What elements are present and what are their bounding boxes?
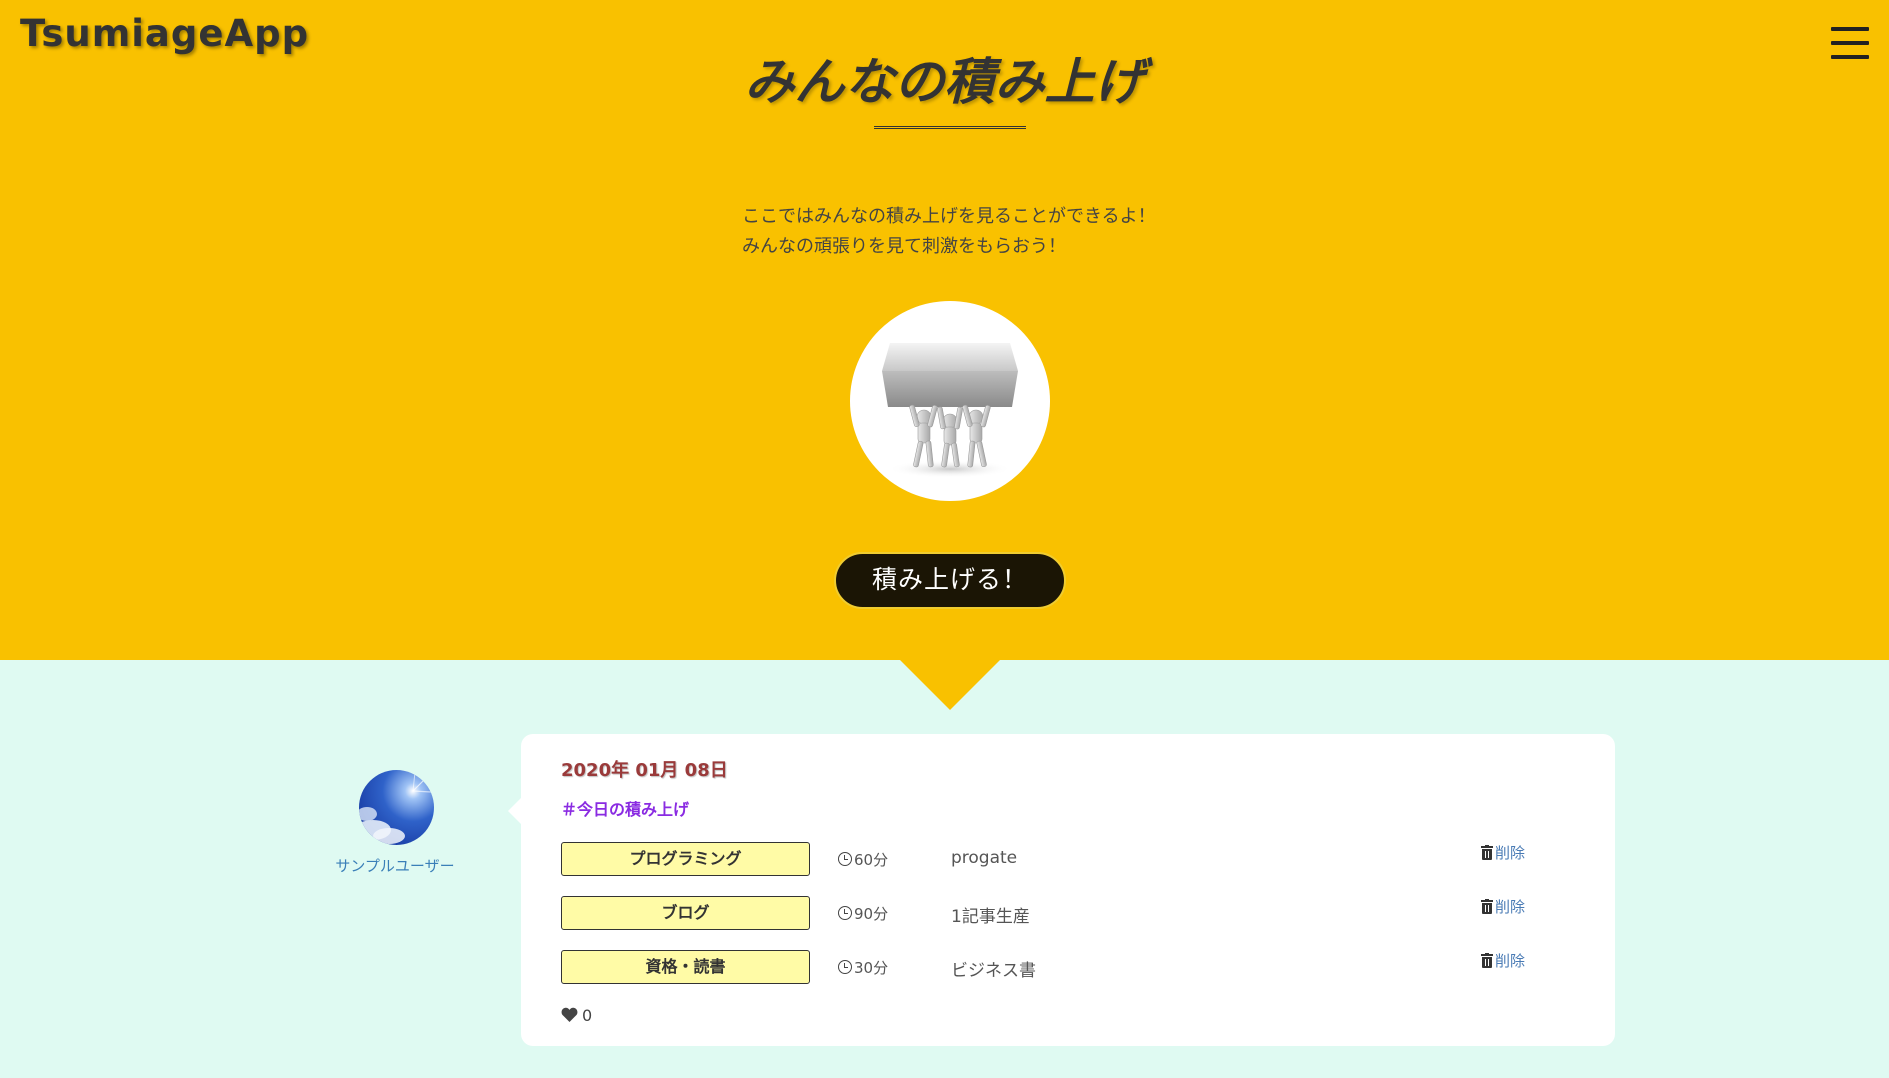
card-pointer [508, 797, 522, 825]
page-title: みんなの積み上げ [744, 53, 1145, 111]
duration-text: 90分 [854, 905, 889, 923]
category-label: 資格・読書 [561, 950, 810, 984]
post-date: 2020年 01月 08日 [561, 760, 728, 781]
duration-text: 60分 [854, 851, 889, 869]
list-item: 資格・読書 30分 ビジネス書 削除 [561, 950, 1581, 984]
delete-button[interactable]: 削除 [1481, 842, 1525, 862]
like-count: 0 [582, 1006, 593, 1025]
item-detail: 1記事生産 [951, 907, 1030, 927]
section-divider-arrow [900, 660, 1000, 710]
clock-icon [838, 906, 852, 920]
duration-text: 30分 [854, 959, 889, 977]
item-detail: ビジネス書 [951, 961, 1036, 981]
heart-icon [561, 1007, 578, 1022]
clock-icon [838, 852, 852, 866]
description-line-2: みんなの頑張りを見て刺激をもらおう！ [742, 236, 1066, 257]
trash-icon [1481, 953, 1493, 968]
trash-icon [1481, 845, 1493, 860]
list-item: ブログ 90分 1記事生産 削除 [561, 896, 1581, 930]
category-label: ブログ [561, 896, 810, 930]
category-label: プログラミング [561, 842, 810, 876]
like-button[interactable]: 0 [561, 1006, 592, 1026]
post-card: 2020年 01月 08日 ＃今日の積み上げ プログラミング 60分 proga… [521, 734, 1615, 1046]
item-detail: progate [951, 848, 1018, 868]
post-hashtag[interactable]: ＃今日の積み上げ [561, 796, 689, 820]
hero-section: TsumiageApp みんなの積み上げ ここではみんなの積み上げを見ることがで… [0, 0, 1889, 660]
username-link[interactable]: サンプルユーザー [320, 855, 470, 876]
delete-label: 削除 [1495, 898, 1526, 916]
clock-icon [838, 960, 852, 974]
delete-label: 削除 [1495, 844, 1526, 862]
delete-button[interactable]: 削除 [1481, 896, 1525, 916]
people-lifting-box-illustration [850, 301, 1050, 501]
delete-label: 削除 [1495, 952, 1526, 970]
description-line-1: ここではみんなの積み上げを見ることができるよ！ [742, 206, 1156, 227]
add-tsumiage-button[interactable]: 積み上げる！ [834, 552, 1066, 609]
hero-description: ここではみんなの積み上げを見ることができるよ！ みんなの頑張りを見て刺激をもらお… [742, 202, 1162, 262]
delete-button[interactable]: 削除 [1481, 950, 1525, 970]
trash-icon [1481, 899, 1493, 914]
title-underline [874, 126, 1026, 129]
user-avatar[interactable] [359, 770, 434, 845]
list-item: プログラミング 60分 progate 削除 [561, 842, 1581, 876]
